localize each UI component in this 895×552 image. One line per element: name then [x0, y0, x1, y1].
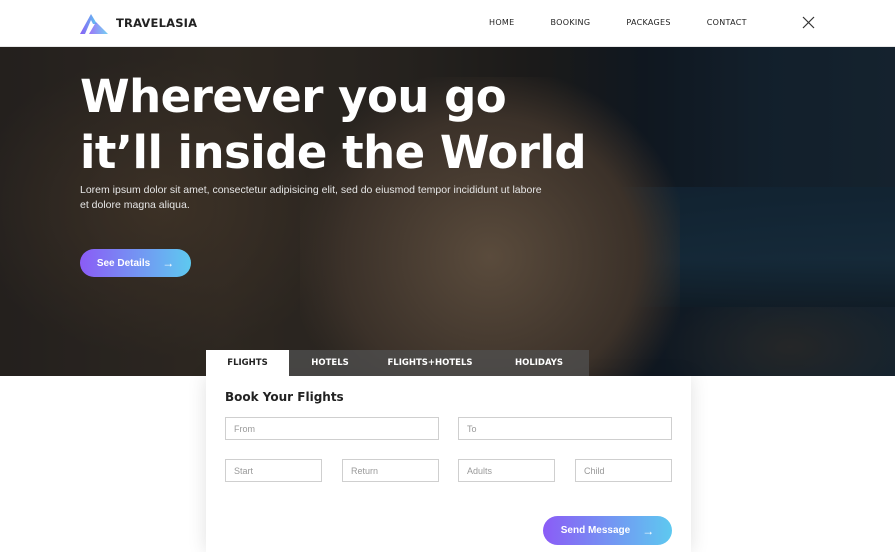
send-message-button[interactable]: Send Message → [543, 516, 672, 545]
return-date-field[interactable]: Return [342, 459, 439, 482]
hero-title: Wherever you go it’ll inside the World [80, 69, 620, 181]
hero-title-line-2: it’ll inside the World [80, 126, 587, 179]
see-details-button[interactable]: See Details → [80, 249, 191, 277]
hero-content: Wherever you go it’ll inside the World L… [80, 69, 620, 213]
site-header: TRAVELASIA HOME BOOKING PACKAGES CONTACT [0, 0, 895, 47]
brand-name: TRAVELASIA [116, 16, 198, 30]
to-field[interactable]: To [458, 417, 672, 440]
tab-holidays[interactable]: HOLIDAYS [489, 350, 589, 376]
tab-flights[interactable]: FLIGHTS [206, 350, 289, 376]
nav-item-booking[interactable]: BOOKING [550, 18, 590, 27]
start-date-field[interactable]: Start [225, 459, 322, 482]
hero-title-line-1: Wherever you go [80, 70, 507, 123]
tab-flights-hotels[interactable]: FLIGHTS+HOTELS [371, 350, 489, 376]
arrow-right-icon: → [642, 523, 655, 538]
from-field[interactable]: From [225, 417, 439, 440]
adults-field[interactable]: Adults [458, 459, 555, 482]
nav-item-contact[interactable]: CONTACT [707, 18, 747, 27]
send-message-label: Send Message [560, 525, 631, 536]
nav-item-packages[interactable]: PACKAGES [626, 18, 670, 27]
arrow-right-icon: → [162, 256, 175, 270]
booking-tabs: FLIGHTS HOTELS FLIGHTS+HOTELS HOLIDAYS [206, 350, 589, 376]
hero-banner: Wherever you go it’ll inside the World L… [0, 47, 895, 376]
booking-form: Book Your Flights From To Start Return A… [206, 376, 691, 552]
main-nav: HOME BOOKING PACKAGES CONTACT [489, 18, 783, 27]
child-field[interactable]: Child [575, 459, 672, 482]
tab-hotels[interactable]: HOTELS [289, 350, 371, 376]
close-icon[interactable] [802, 16, 815, 29]
mountain-logo-icon [80, 14, 108, 34]
booking-form-title: Book Your Flights [225, 390, 344, 404]
see-details-label: See Details [96, 257, 151, 269]
nav-item-home[interactable]: HOME [489, 18, 514, 27]
hero-description: Lorem ipsum dolor sit amet, consectetur … [80, 184, 542, 211]
brand-logo[interactable]: TRAVELASIA [80, 12, 197, 34]
